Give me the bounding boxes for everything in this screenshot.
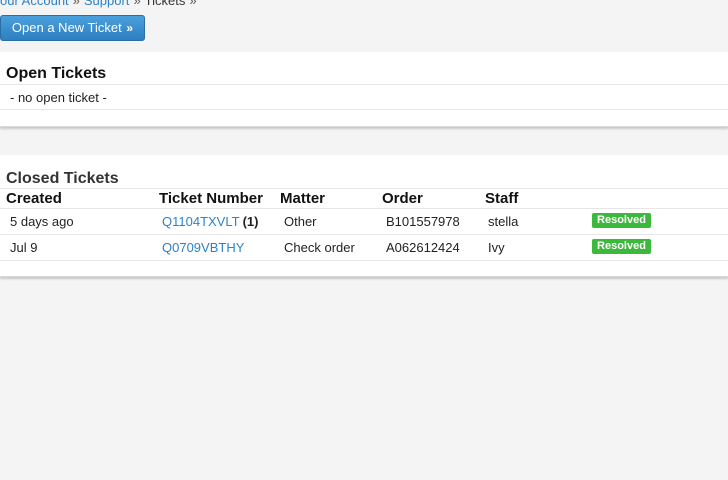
divider [0,84,728,85]
column-header-ticket-number[interactable]: Ticket Number [159,190,263,207]
double-chevron-right-icon: » [126,21,134,35]
open-tickets-title: Open Tickets [6,65,107,82]
closed-tickets-panel: Closed Tickets Created Ticket Number Mat… [0,155,728,277]
breadcrumb-separator: » [133,0,141,8]
breadcrumb-separator: » [72,0,80,8]
ticket-number-cell: Q0709VBTHY [162,240,247,255]
breadcrumb-account-link[interactable]: our Account [0,0,69,8]
order-cell: A062612424 [386,240,460,255]
breadcrumb: our Account» Support» Tickets» [0,0,201,8]
created-cell: 5 days ago [10,214,74,229]
table-row[interactable]: Jul 9 Q0709VBTHY Check order A062612424 … [0,234,728,260]
divider [0,188,728,189]
open-tickets-empty-message: - no open ticket - [10,90,107,105]
column-header-order[interactable]: Order [382,190,423,207]
table-row[interactable]: 5 days ago Q1104TXVLT (1) Other B10155797… [0,208,728,234]
breadcrumb-separator: » [189,0,197,8]
reply-count: (1) [242,214,259,229]
ticket-number-link[interactable]: Q0709VBTHY [162,240,244,255]
ticket-number-cell: Q1104TXVLT (1) [162,214,258,229]
created-cell: Jul 9 [10,240,38,255]
matter-cell: Other [284,214,317,229]
staff-cell: stella [488,214,519,229]
breadcrumb-support-link[interactable]: Support [84,0,130,8]
column-header-matter[interactable]: Matter [280,190,325,207]
column-header-staff[interactable]: Staff [485,190,518,207]
staff-cell: Ivy [488,240,505,255]
order-cell: B101557978 [386,214,460,229]
divider [0,109,728,110]
open-new-ticket-button[interactable]: Open a New Ticket » [0,15,145,41]
status-badge: Resolved [592,213,651,228]
column-header-created[interactable]: Created [6,190,62,207]
matter-cell: Check order [284,240,355,255]
status-badge: Resolved [592,239,651,254]
ticket-number-link[interactable]: Q1104TXVLT [162,214,240,229]
closed-tickets-title: Closed Tickets [6,170,119,187]
open-new-ticket-label: Open a New Ticket [11,20,122,35]
open-tickets-panel: Open Tickets - no open ticket - [0,52,728,127]
breadcrumb-current: Tickets [144,0,186,8]
divider [0,260,728,261]
